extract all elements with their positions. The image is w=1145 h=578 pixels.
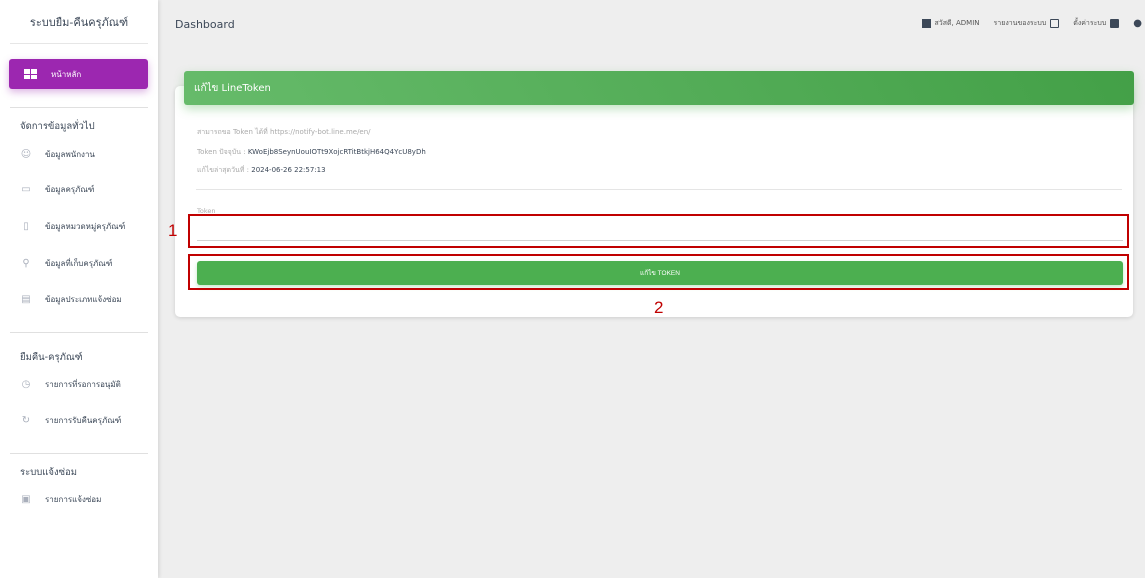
sidebar-item-employees[interactable]: ☺ ข้อมูลพนักงาน <box>20 147 95 161</box>
sidebar-item-label: รายการที่รอการอนุมัติ <box>45 379 121 389</box>
sidebar-item-categories[interactable]: ▯ ข้อมูลหมวดหมู่ครุภัณฑ์ <box>20 219 125 233</box>
people-icon: ☺ <box>20 148 32 160</box>
sidebar-item-repair-list[interactable]: ▣ รายการแจ้งซ่อม <box>20 492 101 506</box>
report-link[interactable]: รายงานของระบบ <box>994 18 1060 29</box>
annotation-label-1: 1 <box>168 221 178 240</box>
location-pin-icon: ⚲ <box>22 257 30 269</box>
sidebar-divider <box>10 107 148 108</box>
sidebar-item-label: หน้าหลัก <box>51 69 82 79</box>
sidebar-item-returns[interactable]: ↻ รายการรับคืนครุภัณฑ์ <box>20 413 122 427</box>
sidebar-item-repair-types[interactable]: ▤ ข้อมูลประเภทแจ้งซ่อม <box>20 292 122 306</box>
app-brand[interactable]: ระบบยืม-คืนครุภัณฑ์ <box>10 0 148 44</box>
sidebar-item-label: ข้อมูลหมวดหมู่ครุภัณฑ์ <box>45 221 126 231</box>
clipboard-icon: ▤ <box>21 293 31 305</box>
settings-link[interactable]: ตั้งค่าระบบ <box>1073 18 1120 29</box>
monitor-icon: ▭ <box>21 183 31 195</box>
devices-icon: ▯ <box>23 220 29 232</box>
card-divider <box>196 189 1122 190</box>
sidebar-divider <box>10 332 148 333</box>
refresh-icon: ↻ <box>21 414 31 426</box>
section-title-repair: ระบบแจ้งซ่อม <box>20 467 78 478</box>
sidebar: ระบบยืม-คืนครุภัณฑ์ หน้าหลัก จัดการข้อมู… <box>0 0 158 578</box>
sidebar-item-label: ข้อมูลพนักงาน <box>45 149 95 159</box>
sidebar-item-home[interactable]: หน้าหลัก <box>9 59 148 89</box>
current-token-label: Token ปัจจุบัน : <box>197 148 248 156</box>
sidebar-item-label: ข้อมูลครุภัณฑ์ <box>45 184 95 194</box>
sidebar-item-equipment[interactable]: ▭ ข้อมูลครุภัณฑ์ <box>20 182 94 196</box>
report-label: รายงานของระบบ <box>993 19 1047 27</box>
clock-icon: ◷ <box>21 378 31 390</box>
dashboard-icon <box>921 19 931 28</box>
token-source-info: สามารถขอ Token ได้ที่ https://notify-bot… <box>197 128 371 136</box>
section-title-borrow: ยืมคืน-ครุภัณฑ์ <box>20 352 83 363</box>
settings-label: ตั้งค่าระบบ <box>1073 19 1107 27</box>
last-updated-value: 2024-06-26 22:57:13 <box>251 166 326 174</box>
last-updated-info: แก้ไขล่าสุดวันที่ : 2024-06-26 22:57:13 <box>197 165 326 176</box>
annotation-box-2 <box>188 254 1129 290</box>
sidebar-item-label: ข้อมูลที่เก็บครุภัณฑ์ <box>45 258 113 268</box>
sidebar-divider <box>10 453 148 454</box>
user-icon[interactable]: ● <box>1133 18 1142 29</box>
sidebar-item-label: รายการรับคืนครุภัณฑ์ <box>45 415 122 425</box>
sidebar-item-label: ข้อมูลประเภทแจ้งซ่อม <box>45 294 122 304</box>
current-token-value: KWoEjb8SeynUouIOTt9XojcRTitBtkjH64Q4YcU8… <box>247 148 426 156</box>
sidebar-item-pending-approval[interactable]: ◷ รายการที่รอการอนุมัติ <box>20 377 121 391</box>
report-icon <box>1050 19 1060 28</box>
settings-icon <box>1110 19 1120 28</box>
greeting-link[interactable]: สวัสดี, ADMIN <box>921 18 980 29</box>
breadcrumb: Dashboard <box>175 18 235 31</box>
card-title: แก้ไข LineToken <box>184 71 1134 105</box>
annotation-box-1 <box>188 214 1129 248</box>
document-icon: ▣ <box>21 493 31 505</box>
topbar: Dashboard สวัสดี, ADMIN รายงานของระบบ ตั… <box>158 0 1145 50</box>
last-updated-label: แก้ไขล่าสุดวันที่ : <box>197 166 252 174</box>
dashboard-icon <box>24 69 37 79</box>
sidebar-item-locations[interactable]: ⚲ ข้อมูลที่เก็บครุภัณฑ์ <box>20 256 112 270</box>
greeting-label: สวัสดี, ADMIN <box>934 19 980 27</box>
topbar-actions: สวัสดี, ADMIN รายงานของระบบ ตั้งค่าระบบ … <box>921 18 1145 29</box>
annotation-label-2: 2 <box>654 298 664 317</box>
sidebar-item-label: รายการแจ้งซ่อม <box>45 494 102 504</box>
section-title-general: จัดการข้อมูลทั่วไป <box>20 121 95 132</box>
current-token-info: Token ปัจจุบัน : KWoEjb8SeynUouIOTt9Xojc… <box>197 147 426 158</box>
